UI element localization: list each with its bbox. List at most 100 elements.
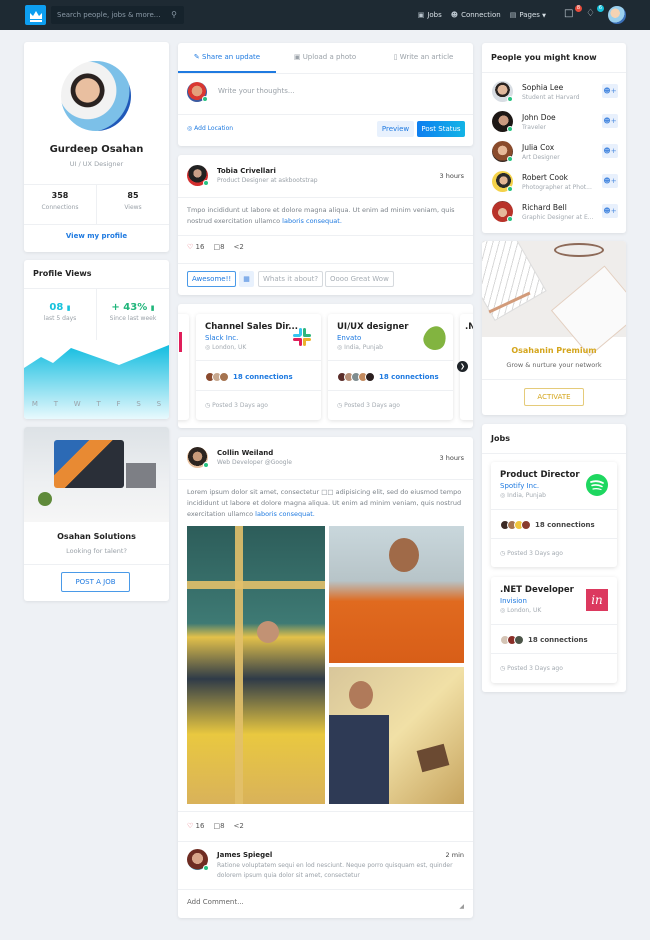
comment-text: Ratione voluptatem sequi en lod nesciunt… <box>217 862 453 879</box>
thoughts-input[interactable]: Write your thoughts... <box>218 87 295 95</box>
file-icon: ▤ <box>509 11 517 19</box>
add-friend-button[interactable]: ☻+ <box>602 204 618 218</box>
reply-chip-emoji[interactable]: ▦ <box>239 271 254 287</box>
chevron-right-icon: ❯ <box>459 363 466 370</box>
add-comment-input[interactable]: Add Comment... <box>187 898 244 906</box>
signal-icon: ▮ <box>150 304 155 312</box>
stat-views[interactable]: 85 Views <box>97 191 169 211</box>
search-icon[interactable]: ⚲ <box>171 6 177 24</box>
comment-button[interactable]: □8 <box>213 822 224 830</box>
office-image <box>24 427 169 522</box>
logo[interactable] <box>25 5 46 25</box>
tab-write-article[interactable]: ▯ Write an article <box>374 43 473 73</box>
tab-upload-photo[interactable]: ▣ Upload a photo <box>276 43 374 73</box>
stat-connections[interactable]: 358 Connections <box>24 191 96 211</box>
location-pin-icon: ◎ <box>205 344 211 351</box>
messages-button[interactable]: □ 8 <box>564 5 582 22</box>
slack-logo-icon <box>293 328 311 346</box>
profile-card: Gurdeep Osahan UI / UX Designer 358 Conn… <box>24 42 169 252</box>
location-pin-icon: ◎ <box>187 125 193 132</box>
comment-time: 2 min <box>445 851 464 859</box>
location-pin-icon: ◎ <box>337 344 343 351</box>
job-connections[interactable]: 18 connections <box>337 370 439 384</box>
share-button[interactable]: <2 <box>234 243 244 251</box>
resize-handle-icon[interactable]: ◢ <box>459 903 464 910</box>
job-connections[interactable]: 18 connections <box>205 370 293 384</box>
profile-views-title: Profile Views <box>33 269 92 278</box>
post-link[interactable]: laboris consequat. <box>255 510 315 518</box>
post-photo[interactable] <box>329 667 464 804</box>
carousel-next-button[interactable]: ❯ <box>457 361 468 372</box>
job-connections[interactable]: 18 connections <box>500 633 588 647</box>
add-friend-button[interactable]: ☻+ <box>602 114 618 128</box>
user-avatar[interactable] <box>608 6 626 24</box>
commenter-name[interactable]: James Spiegel <box>217 851 272 859</box>
like-button[interactable]: ♡ 16 <box>187 243 204 251</box>
post-status-button[interactable]: Post Status <box>417 121 465 137</box>
company-name: Osahan Solutions <box>57 532 136 541</box>
profile-name: Gurdeep Osahan <box>49 144 144 155</box>
view-profile-link[interactable]: View my profile <box>24 232 169 240</box>
job-connections[interactable]: 18 connections <box>500 518 595 532</box>
job-card[interactable]: .NET Developer Invision ◎ London, UK in … <box>491 577 617 683</box>
nav-pages[interactable]: ▤ Pages ▼ <box>510 11 546 19</box>
comment-button[interactable]: □8 <box>213 243 224 251</box>
job-card[interactable]: Product Director Spotify Inc. ◎ India, P… <box>491 462 617 567</box>
job-card-partial[interactable] <box>178 314 189 420</box>
search-input[interactable]: Search people, jobs & more... ⚲ <box>51 6 184 24</box>
views-last-5-days: 08 ▮ last 5 days <box>43 302 77 322</box>
bell-icon: ♢ <box>586 8 595 19</box>
profile-views-card: Profile Views 08 ▮ last 5 days + 43% ▮ S… <box>24 260 169 419</box>
chart-day-labels: MTWTFSS <box>31 400 162 408</box>
tab-share-update[interactable]: ✎ Share an update <box>178 43 276 73</box>
image-icon: ▣ <box>293 53 301 61</box>
post-link[interactable]: laboris consequat. <box>282 217 342 225</box>
post-time: 3 hours <box>439 172 464 180</box>
online-status-dot <box>203 865 209 871</box>
profile-avatar[interactable] <box>61 61 131 131</box>
reply-chip-awesome[interactable]: Awesome!! <box>187 271 237 287</box>
add-friend-button[interactable]: ☻+ <box>602 84 618 98</box>
premium-subtitle: Grow & nurture your network <box>506 361 602 369</box>
post-photo[interactable] <box>329 526 464 663</box>
chevron-down-icon: ▼ <box>542 13 546 19</box>
nav-connection[interactable]: ☻ Connection <box>451 11 501 19</box>
job-card[interactable]: Channel Sales Dir... Slack Inc. ◎ London… <box>196 314 321 420</box>
post-text: Tmpo incididunt ut labore et dolore magn… <box>187 206 455 225</box>
preview-button[interactable]: Preview <box>377 121 414 137</box>
post-photo[interactable] <box>187 526 325 804</box>
edit-icon: ✎ <box>193 53 200 61</box>
user-plus-icon: ☻+ <box>603 147 617 155</box>
post-card: Collin Weiland Web Developer @Google 3 h… <box>178 437 473 918</box>
post-author-name[interactable]: Collin Weiland <box>217 449 273 457</box>
job-card[interactable]: UI/UX designer Envato ◎ India, Punjab 18… <box>328 314 453 420</box>
add-friend-button[interactable]: ☻+ <box>602 144 618 158</box>
online-status-dot <box>203 462 209 468</box>
share-button[interactable]: <2 <box>234 822 244 830</box>
notifications-button[interactable]: ♢ 6 <box>586 5 604 22</box>
post-time: 3 hours <box>439 454 464 462</box>
spotify-logo-icon <box>586 474 608 496</box>
reply-chip-whats-it-about[interactable]: Whats it about? <box>258 271 324 287</box>
bar-chart-icon: ▮ <box>66 304 71 312</box>
company-card: Osahan Solutions Looking for talent? POS… <box>24 427 169 601</box>
add-friend-button[interactable]: ☻+ <box>602 174 618 188</box>
nav-jobs[interactable]: ▣ Jobs <box>418 11 442 19</box>
article-icon: ▯ <box>393 53 398 61</box>
reply-chip-great-wow[interactable]: Oooo Great Wow <box>325 271 394 287</box>
activate-button[interactable]: ACTIVATE <box>524 388 584 406</box>
invision-logo-icon: in <box>586 589 608 611</box>
post-author-role: Web Developer @Google <box>217 459 292 466</box>
add-location-link[interactable]: ◎ Add Location <box>187 125 233 132</box>
like-button[interactable]: ♡ 16 <box>187 822 204 830</box>
composer-card: ✎ Share an update ▣ Upload a photo ▯ Wri… <box>178 43 473 146</box>
post-author-name[interactable]: Tobia Crivellari <box>217 167 276 175</box>
clock-icon: ◷ <box>500 550 506 557</box>
people-title: People you might know <box>491 53 597 62</box>
post-author-role: Product Designer at askbootstrap <box>217 177 318 184</box>
top-navbar: Search people, jobs & more... ⚲ ▣ Jobs ☻ C… <box>0 0 650 30</box>
post-job-button[interactable]: POST A JOB <box>61 572 130 592</box>
crown-logo-icon <box>29 10 42 22</box>
post-actions: ♡ 16 □8 <2 <box>187 243 244 251</box>
profile-title: UI / UX Designer <box>69 160 124 168</box>
